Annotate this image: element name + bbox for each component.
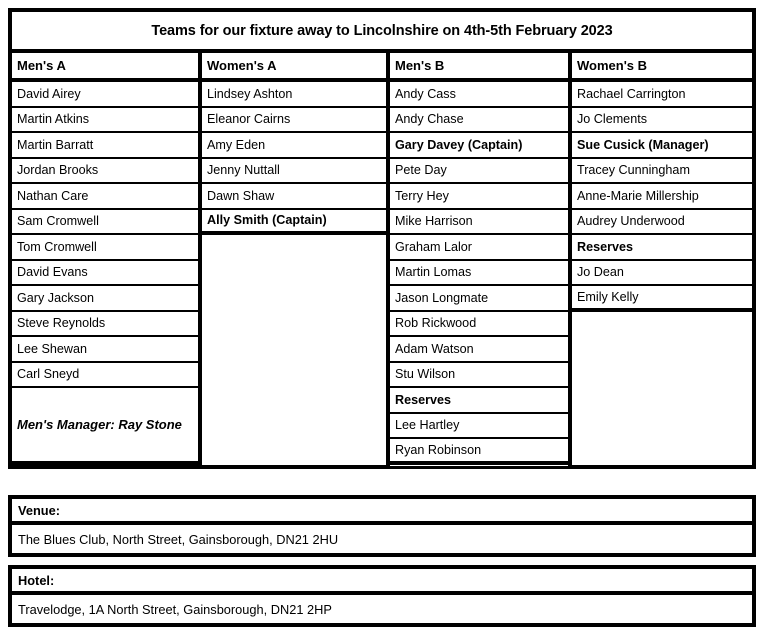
player-cell: Graham Lalor (390, 235, 568, 261)
player-cell: Tracey Cunningham (572, 159, 752, 184)
player-cell: Jo Clements (572, 108, 752, 133)
player-cell: Lee Shewan (12, 337, 198, 363)
column-header: Women's A (202, 53, 386, 82)
column-filler (202, 235, 386, 465)
player-cell: Tom Cromwell (12, 235, 198, 261)
table-title-row: Teams for our fixture away to Lincolnshi… (12, 12, 752, 53)
player-cell: Nathan Care (12, 184, 198, 210)
teams-table: Teams for our fixture away to Lincolnshi… (8, 8, 756, 469)
player-cell: Andy Chase (390, 108, 568, 133)
player-cell: Steve Reynolds (12, 312, 198, 337)
player-cell: David Evans (12, 261, 198, 286)
player-cell: Reserves (390, 388, 568, 414)
column-filler (390, 464, 568, 465)
team-column-1: Women's A Lindsey Ashton Eleanor Cairns Amy… (202, 53, 390, 465)
hotel-label: Hotel: (12, 569, 752, 595)
column-header: Women's B (572, 53, 752, 82)
team-column-3: Women's B Rachael Carrington Jo Clements Su… (572, 53, 752, 465)
player-cell: Pete Day (390, 159, 568, 184)
player-cell: Emily Kelly (572, 286, 752, 312)
player-cell: Stu Wilson (390, 363, 568, 388)
team-sheet-page: Teams for our fixture away to Lincolnshi… (0, 0, 764, 636)
column-header: Men's A (12, 53, 198, 82)
player-cell: Jason Longmate (390, 286, 568, 312)
player-cell: Gary Jackson (12, 286, 198, 312)
team-column-2: Men's B Andy Cass Andy Chase Gary Davey (Ca… (390, 53, 572, 465)
player-cell: Mike Harrison (390, 210, 568, 235)
team-columns-container: Men's A David Airey Martin Atkins Martin Ba… (12, 53, 752, 465)
player-cell: Andy Cass (390, 82, 568, 108)
player-cell: Martin Atkins (12, 108, 198, 133)
player-cell: Dawn Shaw (202, 184, 386, 210)
player-cell: Lindsey Ashton (202, 82, 386, 108)
venue-label: Venue: (12, 499, 752, 525)
manager-note: Men's Manager: Ray Stone (12, 388, 198, 465)
player-cell: Anne-Marie Millership (572, 184, 752, 210)
player-cell: Reserves (572, 235, 752, 261)
venue-table: Venue: The Blues Club, North Street, Gai… (8, 495, 756, 557)
page-title: Teams for our fixture away to Lincolnshi… (151, 22, 613, 39)
player-cell: Gary Davey (Captain) (390, 133, 568, 159)
player-cell: Martin Lomas (390, 261, 568, 286)
player-cell: Jenny Nuttall (202, 159, 386, 184)
player-cell: Rachael Carrington (572, 82, 752, 108)
player-cell: Sue Cusick (Manager) (572, 133, 752, 159)
column-filler (572, 311, 752, 465)
hotel-table: Hotel: Travelodge, 1A North Street, Gain… (8, 565, 756, 627)
player-cell: Sam Cromwell (12, 210, 198, 235)
player-cell: Martin Barratt (12, 133, 198, 159)
player-cell: Audrey Underwood (572, 210, 752, 235)
team-column-0: Men's A David Airey Martin Atkins Martin Ba… (12, 53, 202, 465)
player-cell: Jo Dean (572, 261, 752, 286)
player-cell: Rob Rickwood (390, 312, 568, 337)
hotel-value: Travelodge, 1A North Street, Gainsboroug… (18, 601, 332, 617)
player-cell: Eleanor Cairns (202, 108, 386, 133)
player-cell: Amy Eden (202, 133, 386, 159)
player-cell: Ally Smith (Captain) (202, 210, 386, 235)
player-cell: Lee Hartley (390, 414, 568, 439)
player-cell: Carl Sneyd (12, 363, 198, 388)
player-cell: David Airey (12, 82, 198, 108)
player-cell: Jordan Brooks (12, 159, 198, 184)
player-cell: Adam Watson (390, 337, 568, 363)
player-cell: Terry Hey (390, 184, 568, 210)
venue-value: The Blues Club, North Street, Gainsborou… (18, 531, 339, 547)
column-header: Men's B (390, 53, 568, 82)
player-cell: Ryan Robinson (390, 439, 568, 465)
